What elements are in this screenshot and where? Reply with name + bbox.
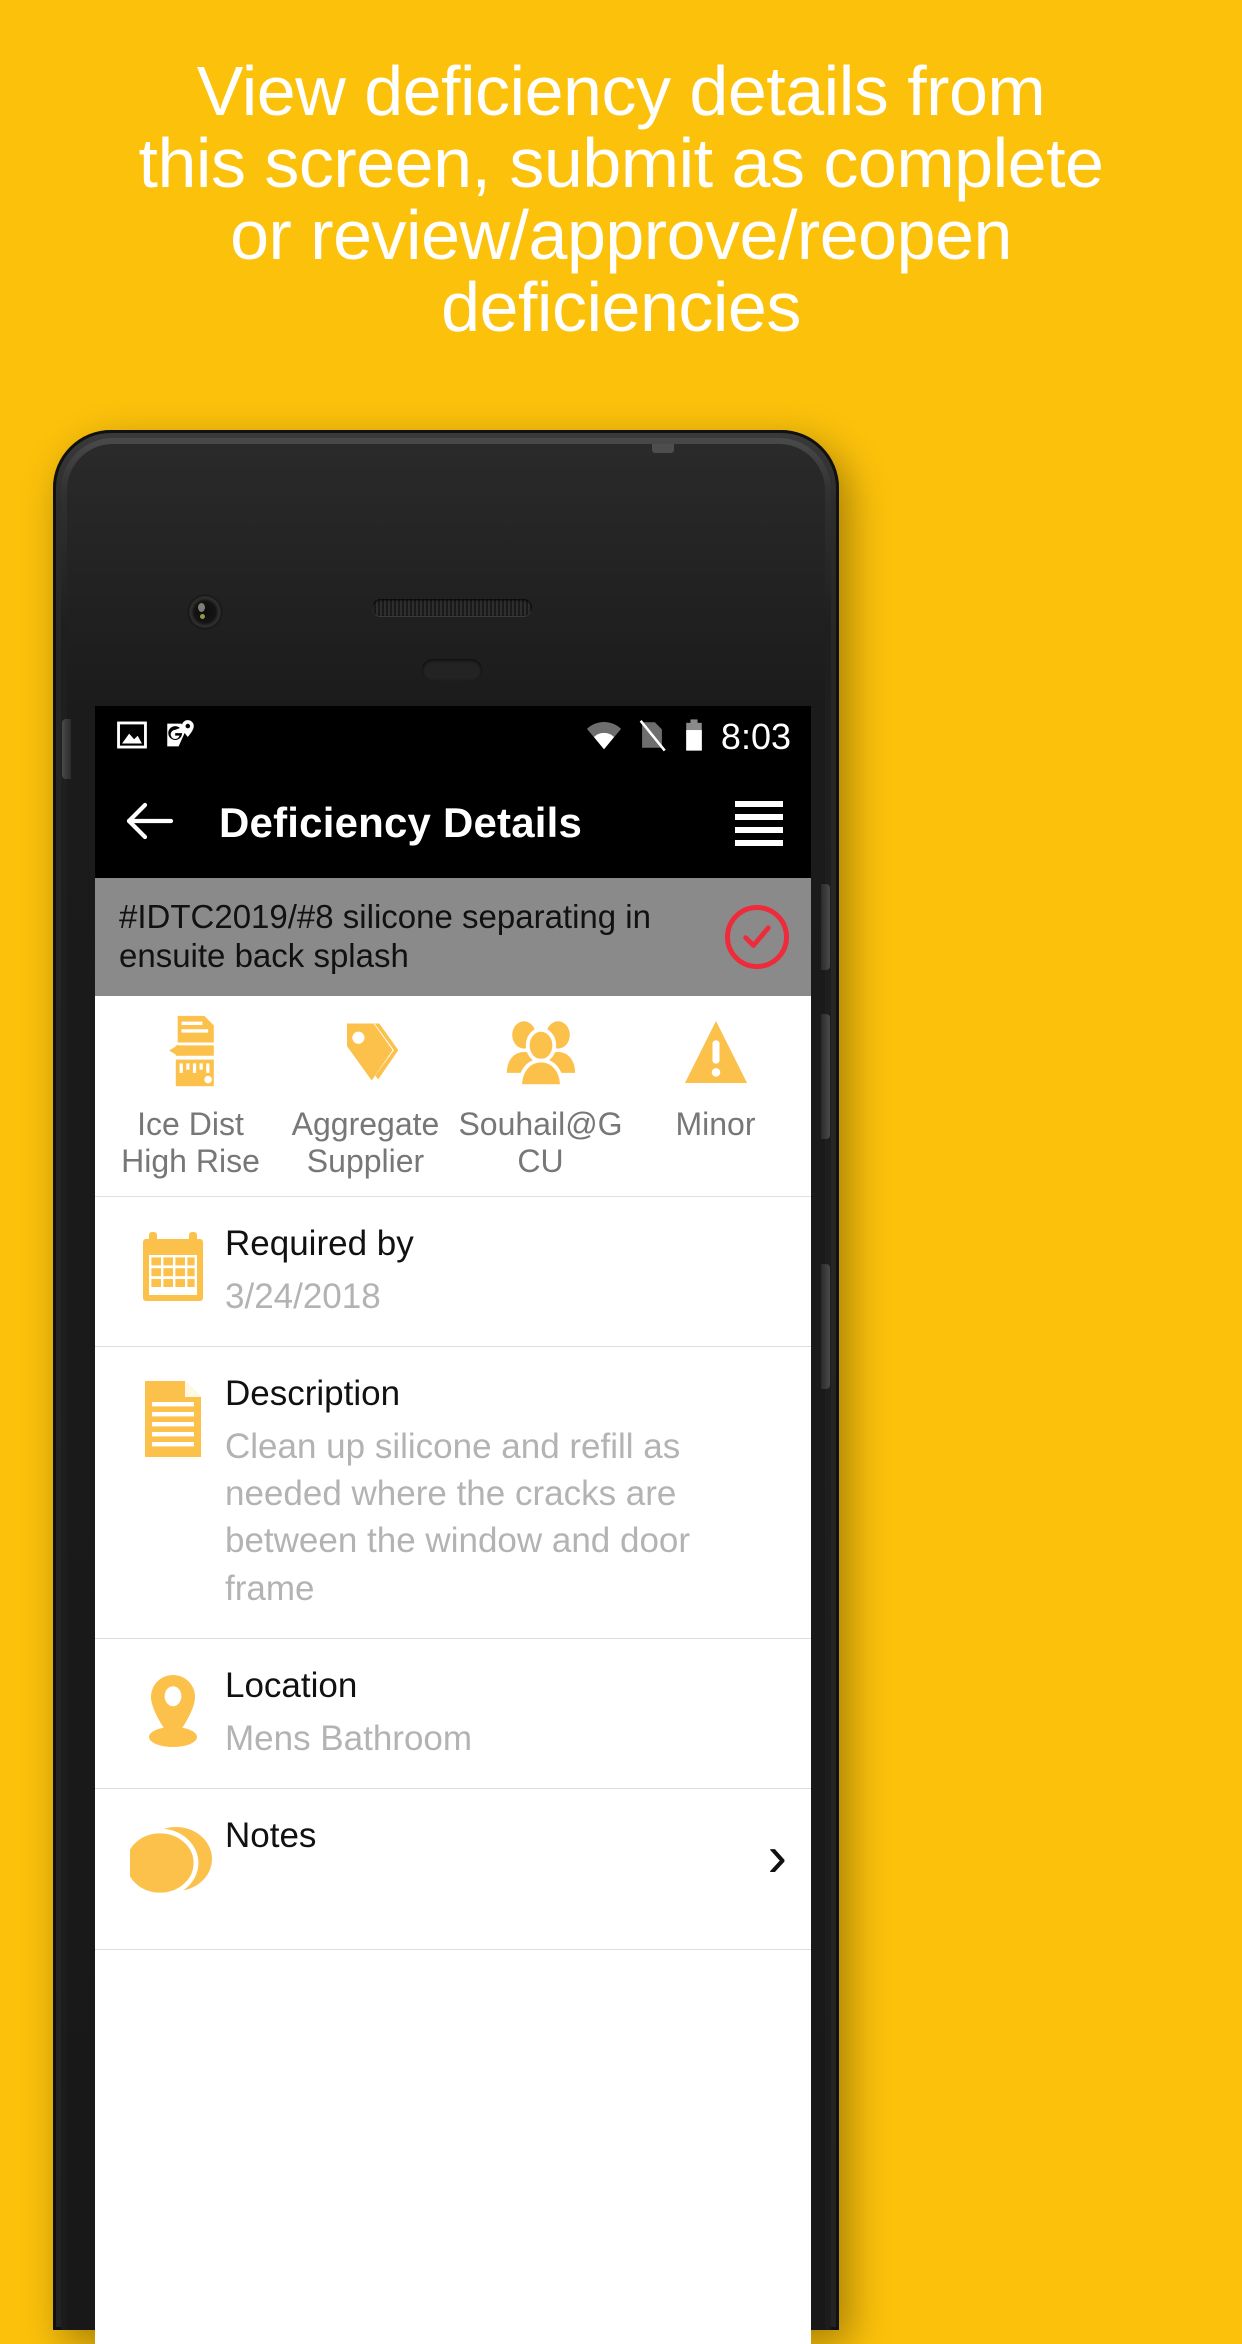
detail-value: Clean up silicone and refill as needed w…	[225, 1426, 691, 1608]
detail-label: Description	[225, 1373, 401, 1413]
meta-label: Ice Dist High Rise	[121, 1106, 260, 1179]
front-camera-icon	[189, 596, 221, 628]
status-bar-clock: 8:03	[720, 716, 791, 757]
no-sim-icon	[637, 718, 667, 757]
detail-body: Notes	[225, 1815, 756, 1857]
status-bar-left-icons	[115, 718, 197, 757]
antenna-notch	[652, 444, 674, 453]
detail-body: Description Clean up silicone and refill…	[225, 1373, 787, 1612]
notes-bubble-icon	[121, 1815, 225, 1899]
detail-row-notes[interactable]: Notes ›	[95, 1789, 811, 1951]
earpiece-speaker	[372, 599, 532, 616]
status-bar: 8:03	[95, 706, 811, 768]
detail-body: Required by 3/24/2018	[225, 1223, 787, 1320]
check-circle-icon[interactable]	[725, 905, 789, 969]
detail-label: Location	[225, 1665, 358, 1705]
image-icon	[115, 718, 149, 757]
meta-item-project[interactable]: Ice Dist High Rise	[103, 1014, 278, 1180]
promo-headline: View deficiency details from this screen…	[138, 52, 1104, 347]
hamburger-menu-icon[interactable]	[735, 800, 783, 846]
hamburger-bar	[735, 839, 783, 846]
document-icon	[121, 1373, 225, 1461]
phone-device-frame: 8:03 Deficiency Details #IDTC2019/#8 sil…	[53, 430, 839, 2344]
chevron-right-icon[interactable]: ›	[756, 1828, 787, 1885]
status-bar-right-icons: 8:03	[585, 718, 791, 757]
deficiency-header: #IDTC2019/#8 silicone separating in ensu…	[95, 878, 811, 996]
deficiency-title: #IDTC2019/#8 silicone separating in ensu…	[119, 898, 651, 974]
page-title: Deficiency Details	[219, 799, 583, 846]
meta-label: Minor	[675, 1106, 756, 1142]
hamburger-bar	[735, 826, 783, 833]
battery-icon	[681, 718, 707, 757]
meta-item-supplier[interactable]: Aggregate Supplier	[278, 1014, 453, 1180]
google-maps-pin-icon	[163, 718, 197, 757]
calendar-icon	[121, 1223, 225, 1307]
detail-value: Mens Bathroom	[225, 1718, 473, 1758]
detail-row-description[interactable]: Description Clean up silicone and refill…	[95, 1346, 811, 1639]
hamburger-bar	[735, 800, 783, 807]
meta-label: Aggregate Supplier	[291, 1106, 440, 1179]
blueprint-ruler-icon	[158, 1014, 224, 1090]
detail-label: Required by	[225, 1223, 414, 1263]
volume-up-button[interactable]	[821, 1014, 830, 1139]
meta-item-assignee[interactable]: Souhail@GCU	[453, 1014, 628, 1180]
location-pin-icon	[121, 1665, 225, 1753]
meta-item-severity[interactable]: Minor	[628, 1014, 803, 1180]
check-glyph	[743, 925, 771, 948]
detail-row-required-by[interactable]: Required by 3/24/2018	[95, 1196, 811, 1347]
hamburger-bar	[735, 813, 783, 820]
wifi-icon	[585, 720, 623, 755]
back-arrow-icon[interactable]	[123, 799, 175, 848]
detail-value: 3/24/2018	[225, 1276, 381, 1316]
detail-body: Location Mens Bathroom	[225, 1665, 787, 1762]
sensor-pill	[422, 659, 482, 681]
warning-triangle-icon	[683, 1014, 749, 1090]
device-face: 8:03 Deficiency Details #IDTC2019/#8 sil…	[62, 444, 830, 2344]
detail-label: Notes	[225, 1816, 317, 1856]
volume-down-button[interactable]	[821, 1264, 830, 1389]
detail-row-location[interactable]: Location Mens Bathroom	[95, 1638, 811, 1790]
app-bar: Deficiency Details	[95, 768, 811, 878]
people-icon	[505, 1014, 577, 1090]
meta-label: Souhail@GCU	[458, 1106, 623, 1179]
phone-screen: 8:03 Deficiency Details #IDTC2019/#8 sil…	[95, 706, 811, 2344]
left-side-button[interactable]	[62, 719, 71, 779]
tag-icon	[333, 1014, 399, 1090]
power-button[interactable]	[821, 884, 830, 970]
meta-row: Ice Dist High Rise Aggregate Supplier So…	[95, 996, 811, 1197]
